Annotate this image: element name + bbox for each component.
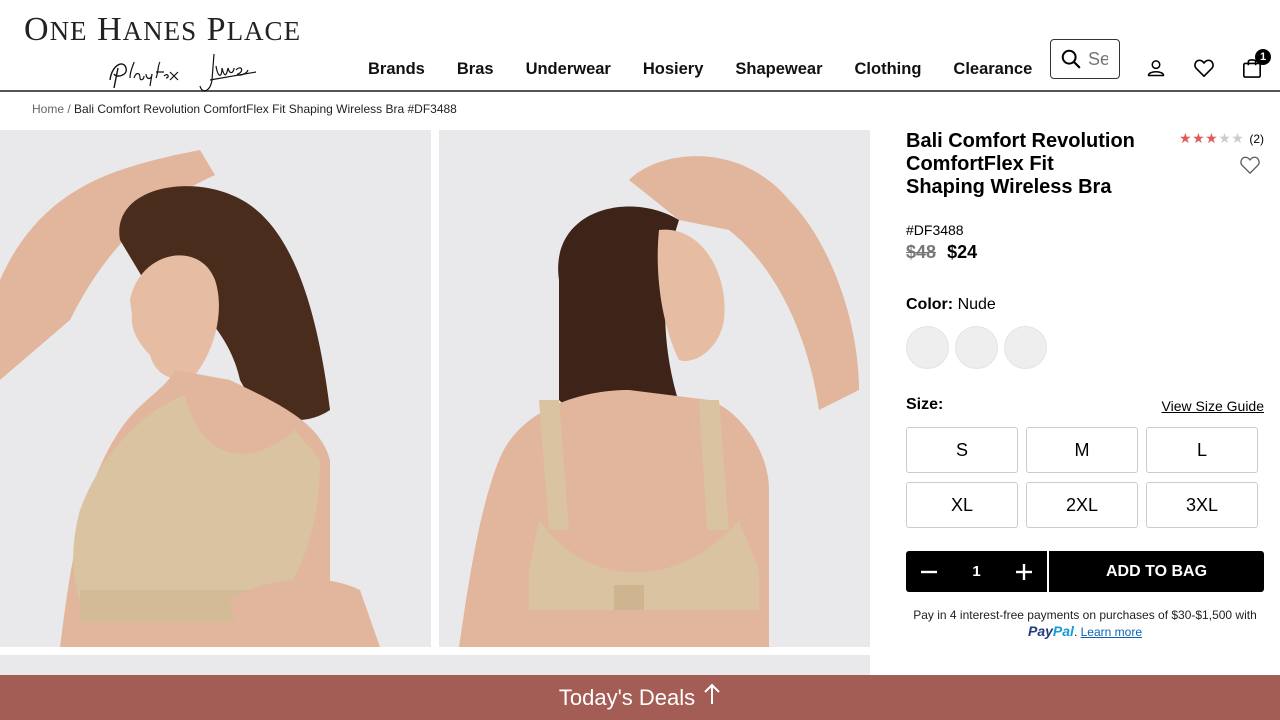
search-box[interactable] — [1050, 39, 1120, 79]
size-guide-link[interactable]: View Size Guide — [1162, 398, 1264, 414]
logo-wordmark: ONE HANES PLACE — [24, 11, 302, 48]
main-nav: Brands Bras Underwear Hosiery Shapewear … — [352, 60, 1048, 79]
nav-underwear[interactable]: Underwear — [526, 60, 611, 79]
color-selector-label: Color: Nude — [906, 296, 996, 314]
size-option-2xl[interactable]: 2XL — [1026, 482, 1138, 528]
selected-color: Nude — [957, 296, 996, 313]
site-logo[interactable]: ONE HANES PLACE — [24, 12, 354, 96]
bag-count-badge: 1 — [1255, 49, 1271, 65]
paypal-learn-more-link[interactable]: Learn more — [1081, 625, 1142, 639]
breadcrumb: Home / Bali Comfort Revolution ComfortFl… — [32, 102, 457, 116]
paypal-text: Pay in 4 interest-free payments on purch… — [913, 608, 1257, 622]
paypal-logo: PayPal — [1028, 623, 1074, 639]
star-icon-empty: ★ — [1231, 130, 1244, 146]
color-swatch[interactable] — [1004, 326, 1047, 369]
add-to-bag-button[interactable]: ADD TO BAG — [1049, 551, 1264, 592]
size-selector-label: Size: — [906, 396, 944, 413]
product-price: $48 $24 — [906, 242, 977, 263]
size-option-l[interactable]: L — [1146, 427, 1258, 473]
search-input[interactable] — [1088, 48, 1108, 70]
paypal-period: . — [1073, 625, 1078, 639]
color-swatches — [906, 326, 1053, 369]
sale-price: $24 — [947, 242, 978, 262]
todays-deals-bar[interactable]: Today's Deals — [0, 675, 1280, 720]
quantity-value[interactable]: 1 — [972, 563, 980, 580]
nav-shapewear[interactable]: Shapewear — [735, 60, 822, 79]
original-price: $48 — [906, 242, 937, 262]
color-label: Color: — [906, 296, 954, 313]
size-options: S M L XL 2XL 3XL — [906, 427, 1260, 528]
site-header: ONE HANES PLACE Brands Bras Underwear Ho… — [0, 0, 1280, 92]
size-option-s[interactable]: S — [906, 427, 1018, 473]
size-option-3xl[interactable]: 3XL — [1146, 482, 1258, 528]
color-swatch[interactable] — [906, 326, 949, 369]
size-option-m[interactable]: M — [1026, 427, 1138, 473]
nav-bras[interactable]: Bras — [457, 60, 494, 79]
brand-sub-logos — [109, 53, 257, 92]
star-icon-filled: ★ — [1192, 130, 1205, 146]
shopping-bag-icon[interactable]: 1 — [1240, 49, 1271, 80]
paypal-logo-pal: Pal — [1052, 623, 1074, 639]
star-icon-empty: ★ — [1218, 130, 1231, 146]
product-rating[interactable]: ★ ★ ★ ★ ★ (2) — [1179, 130, 1264, 147]
wishlist-heart-icon[interactable] — [1192, 56, 1216, 80]
arrow-up-icon — [704, 683, 720, 704]
color-swatch[interactable] — [955, 326, 998, 369]
product-image-back[interactable] — [439, 130, 870, 647]
todays-deals-label: Today's Deals — [558, 684, 696, 710]
product-sku: #DF3488 — [906, 222, 964, 238]
size-option-xl[interactable]: XL — [906, 482, 1018, 528]
account-icon[interactable] — [1144, 56, 1168, 80]
review-count[interactable]: (2) — [1249, 132, 1264, 146]
nav-brands[interactable]: Brands — [368, 60, 425, 79]
paypal-installments-message: Pay in 4 interest-free payments on purch… — [906, 607, 1264, 640]
nav-clearance[interactable]: Clearance — [953, 60, 1032, 79]
breadcrumb-separator: / — [67, 102, 71, 116]
star-icon-filled: ★ — [1205, 130, 1218, 146]
search-icon[interactable] — [1060, 48, 1082, 70]
add-to-wishlist-heart-icon[interactable] — [1239, 155, 1261, 175]
product-title: Bali Comfort Revolution ComfortFlex Fit … — [906, 130, 1135, 198]
paypal-logo-pay: Pay — [1028, 623, 1053, 639]
quantity-stepper: 1 — [906, 551, 1047, 592]
star-icon-filled: ★ — [1179, 130, 1192, 146]
breadcrumb-current: Bali Comfort Revolution ComfortFlex Fit … — [74, 102, 457, 116]
breadcrumb-home[interactable]: Home — [32, 102, 64, 116]
nav-hosiery[interactable]: Hosiery — [643, 60, 704, 79]
nav-clothing[interactable]: Clothing — [855, 60, 922, 79]
minus-icon[interactable] — [906, 551, 952, 592]
plus-icon[interactable] — [1001, 551, 1047, 592]
product-image-front[interactable] — [0, 130, 431, 647]
